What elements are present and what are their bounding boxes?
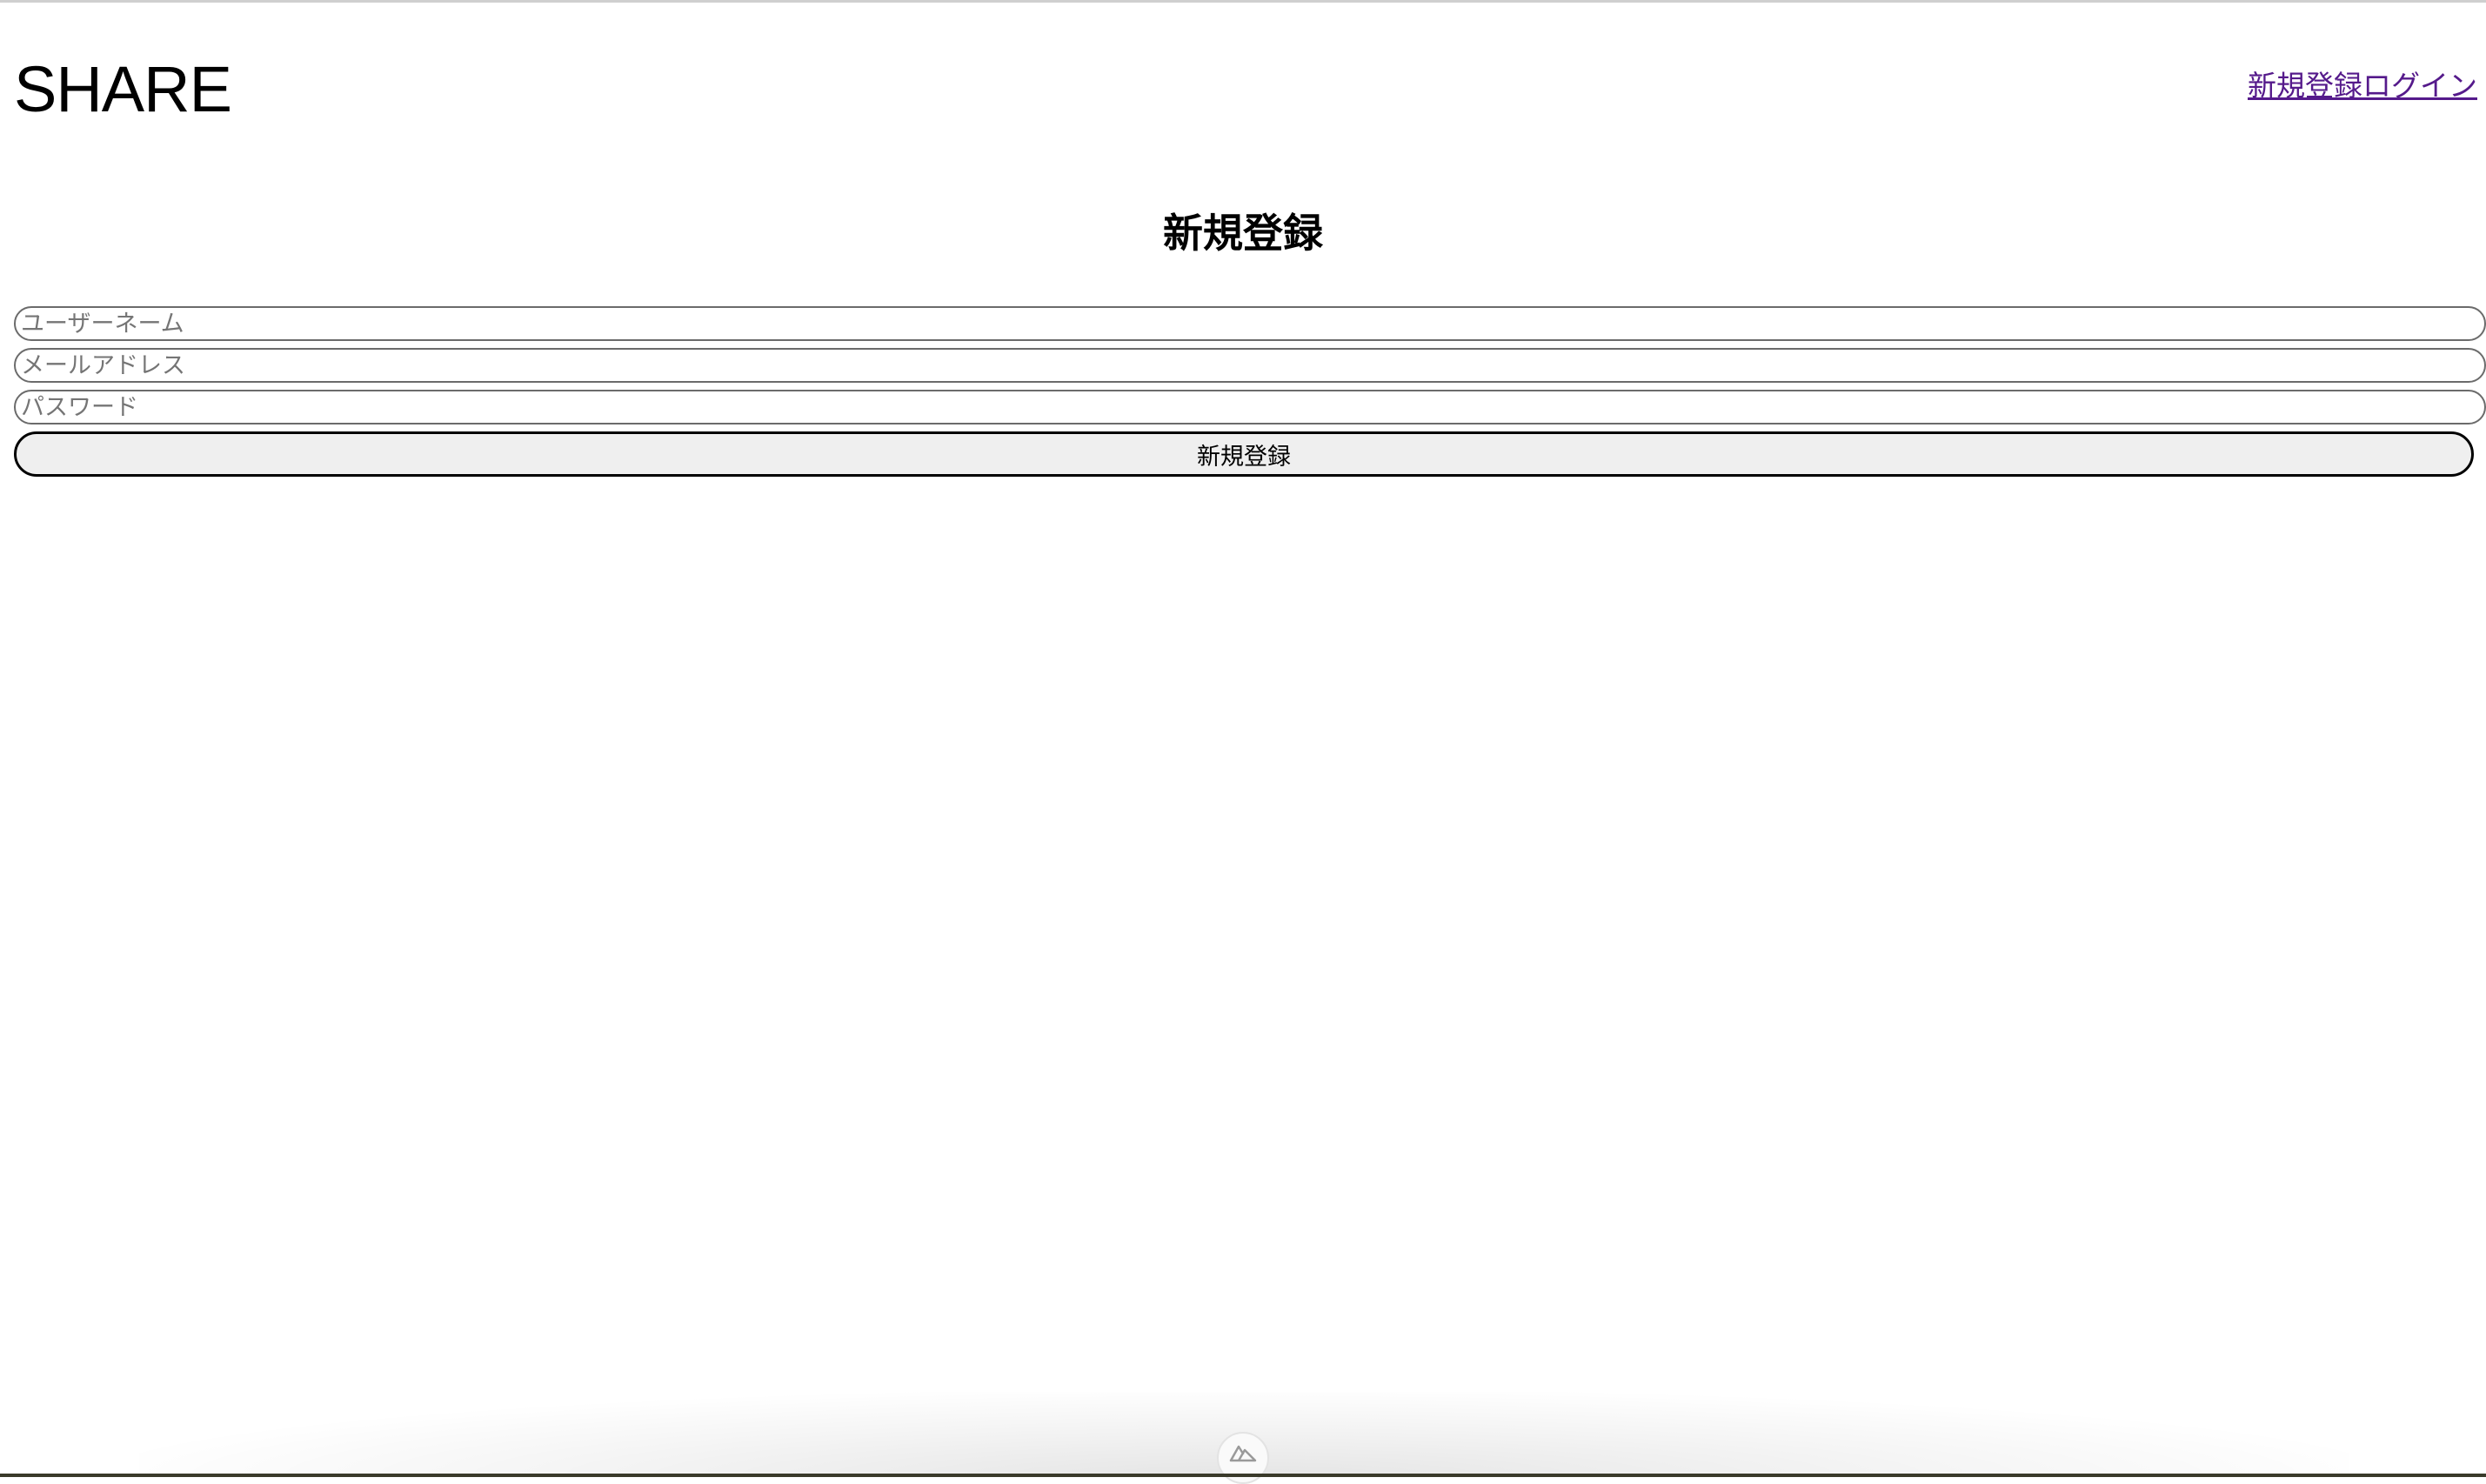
site-logo[interactable]: SHARE (14, 50, 232, 129)
site-header: SHARE 新規登録 ログイン (0, 0, 2486, 157)
register-submit-button[interactable]: 新規登録 (14, 431, 2474, 477)
login-link[interactable]: ログイン (2362, 66, 2477, 106)
nuxt-logo-icon (1228, 1442, 1258, 1467)
email-input[interactable] (14, 348, 2486, 383)
password-input[interactable] (14, 390, 2486, 424)
header-nav: 新規登録 ログイン (2248, 66, 2477, 106)
register-link[interactable]: 新規登録 (2248, 66, 2362, 106)
page-title: 新規登録 (1163, 210, 1323, 257)
window-bottom-edge (0, 1474, 2486, 1477)
register-form: 新規登録 (14, 306, 2486, 477)
username-input[interactable] (14, 306, 2486, 341)
